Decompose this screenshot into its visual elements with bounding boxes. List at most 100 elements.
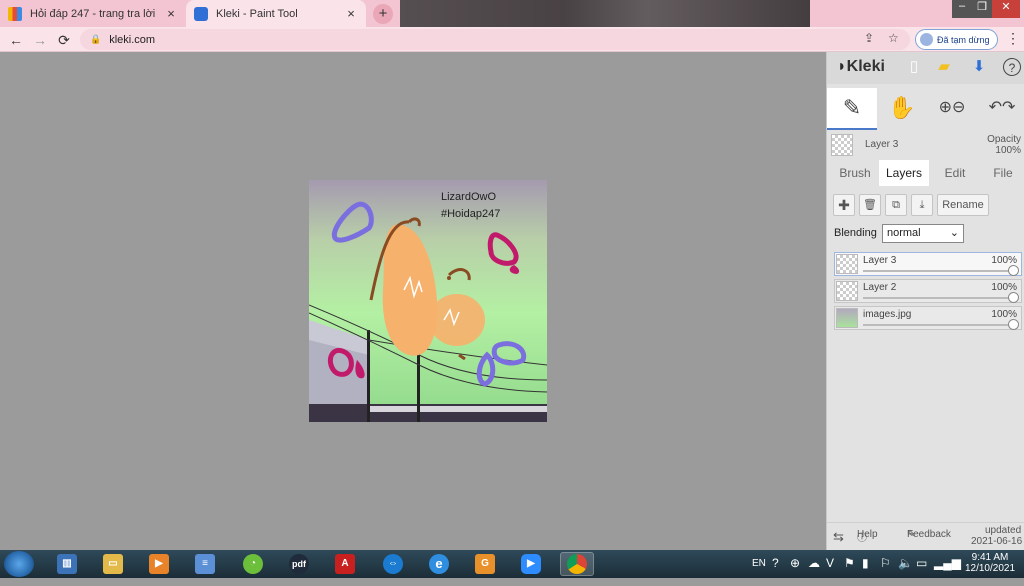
blending-select[interactable]: normal ⌄: [882, 224, 964, 243]
opacity-slider-track[interactable]: [863, 270, 1015, 272]
kleki-logo-icon: ◗: [837, 58, 847, 75]
duplicate-layer-icon[interactable]: ⧉: [885, 194, 907, 216]
taskbar-app[interactable]: ▶: [514, 552, 548, 576]
watermark-line1: LizardOwO: [441, 191, 496, 203]
minimize-icon[interactable]: –: [952, 0, 972, 18]
opacity-slider-handle[interactable]: [1008, 319, 1019, 330]
share-icon[interactable]: ⇪: [864, 31, 874, 45]
clock-date: 12/10/2021: [964, 563, 1016, 574]
help-tray-icon[interactable]: ?: [772, 556, 779, 584]
display-tray-icon[interactable]: ▭: [916, 556, 927, 584]
taskbar-app[interactable]: ≡: [188, 552, 222, 576]
utility-pole: [367, 330, 370, 422]
opacity-slider-handle[interactable]: [1008, 265, 1019, 276]
layer-row-layer3[interactable]: Layer 3 100%: [834, 252, 1022, 276]
drawing-workspace[interactable]: LizardOwO #Hoidap247: [0, 52, 826, 550]
open-folder-icon[interactable]: ▰: [935, 58, 953, 76]
language-indicator[interactable]: EN: [752, 558, 766, 586]
zoom-tool-icon[interactable]: ⊕⊖: [927, 88, 977, 130]
swap-icon[interactable]: ⇆: [833, 529, 844, 545]
browser-tab-hoidap[interactable]: Hỏi đáp 247 - trang tra lời ×: [0, 0, 186, 27]
forward-icon[interactable]: →: [30, 30, 50, 50]
opacity-slider-track[interactable]: [863, 297, 1015, 299]
brush-tool-icon[interactable]: ✎: [827, 88, 877, 130]
avatar-icon: [920, 33, 933, 46]
start-button-icon[interactable]: [4, 551, 34, 577]
blending-control: Blending normal ⌄: [833, 224, 1023, 244]
help-icon[interactable]: ?: [1003, 58, 1021, 76]
taskbar-app[interactable]: ▭: [96, 552, 130, 576]
taskbar-app[interactable]: ⇔: [376, 552, 410, 576]
kleki-logo[interactable]: ◗Kleki: [837, 58, 885, 76]
library-icon: ▥: [57, 554, 77, 574]
taskbar-app-chrome[interactable]: [560, 552, 594, 576]
back-icon[interactable]: ←: [6, 30, 26, 50]
updated-label: updated: [985, 525, 1022, 536]
layer-row-images[interactable]: images.jpg 100%: [834, 306, 1022, 330]
acrobat-icon: A: [335, 554, 355, 574]
delete-layer-icon[interactable]: 🗑: [859, 194, 881, 216]
tab-edit[interactable]: Edit: [931, 160, 979, 186]
network-tray-icon[interactable]: ⊕: [790, 556, 800, 584]
watermark-line2: #Hoidap247: [441, 208, 500, 220]
new-image-icon[interactable]: ▯: [905, 58, 923, 76]
opacity-slider-track[interactable]: [863, 324, 1015, 326]
layer-thumbnail: [831, 134, 853, 156]
drawing-canvas[interactable]: LizardOwO #Hoidap247: [309, 180, 547, 422]
battery-tray-icon[interactable]: ▮: [862, 556, 869, 584]
profile-button[interactable]: Đã tạm dừng: [915, 29, 998, 50]
download-icon[interactable]: ⬇: [970, 58, 988, 76]
taskbar-app[interactable]: G: [468, 552, 502, 576]
new-tab-button[interactable]: +: [373, 4, 393, 24]
layer-row-layer2[interactable]: Layer 2 100%: [834, 279, 1022, 303]
profile-status: Đã tạm dừng: [937, 34, 990, 45]
taskbar-app[interactable]: e: [422, 552, 456, 576]
blending-label: Blending: [834, 227, 877, 239]
close-tab-icon[interactable]: ×: [344, 6, 358, 21]
tab-brush[interactable]: Brush: [831, 160, 879, 186]
rename-layer-button[interactable]: Rename: [937, 194, 989, 216]
taskbar-app[interactable]: ◔: [236, 552, 270, 576]
internet-explorer-icon: e: [429, 554, 449, 574]
taskbar-app[interactable]: A: [328, 552, 362, 576]
clock-time: 9:41 AM: [971, 552, 1009, 563]
volume-tray-icon[interactable]: 🔈: [898, 556, 913, 584]
url-text: kleki.com: [109, 33, 156, 46]
browser-menu-icon[interactable]: ⋮: [1006, 30, 1020, 47]
bookmark-star-icon[interactable]: ☆: [888, 31, 899, 45]
hoidap-favicon-icon: [8, 6, 22, 21]
window-close-icon[interactable]: ✕: [992, 0, 1020, 18]
system-clock[interactable]: 9:41 AM 12/10/2021: [962, 552, 1018, 574]
layer-name: images.jpg: [863, 309, 912, 320]
url-field[interactable]: 🔒 kleki.com ⇪ ☆: [80, 29, 910, 50]
merge-down-icon[interactable]: ⤓: [911, 194, 933, 216]
layer-name: Layer 3: [863, 255, 897, 266]
hand-tool-icon[interactable]: ✋: [877, 88, 927, 130]
updated-date: 2021-06-16: [971, 536, 1023, 547]
add-layer-icon[interactable]: ✚: [833, 194, 855, 216]
taskbar-app[interactable]: ▶: [142, 552, 176, 576]
tab-layers[interactable]: Layers: [879, 160, 929, 186]
security-tray-icon[interactable]: ⚑: [844, 556, 855, 584]
close-tab-icon[interactable]: ×: [164, 6, 178, 21]
flag-tray-icon[interactable]: ⚐: [880, 556, 891, 584]
zalo-tray-icon[interactable]: ☁: [808, 556, 820, 584]
address-toolbar: ← → ⟳ 🔒 kleki.com ⇪ ☆ Đã tạm dừng ⋮: [0, 27, 1024, 52]
taskbar-app[interactable]: ▥: [50, 552, 84, 576]
opacity-label: Opacity: [987, 134, 1021, 145]
undo-redo-icon[interactable]: ↶↷: [977, 88, 1024, 130]
restore-icon[interactable]: ❐: [972, 0, 992, 18]
antivirus-tray-icon[interactable]: V: [826, 556, 834, 584]
reload-icon[interactable]: ⟳: [54, 30, 74, 50]
opacity-slider-handle[interactable]: [1008, 292, 1019, 303]
wifi-tray-icon[interactable]: ▂▄▆: [934, 556, 961, 584]
foxit-icon: G: [475, 554, 495, 574]
browser-tab-kleki[interactable]: Kleki - Paint Tool ×: [186, 0, 366, 27]
pdf-app-icon: pdf: [289, 554, 309, 574]
taskbar-app[interactable]: pdf: [282, 552, 316, 576]
utility-pole: [417, 350, 420, 422]
active-layer-info: Layer 3 Opacity 100%: [827, 132, 1024, 158]
tool-row: ✎ ✋ ⊕⊖ ↶↷: [827, 88, 1024, 130]
tab-file[interactable]: File: [981, 160, 1024, 186]
kleki-header: ◗Kleki ▯ ▰ ⬇ ?: [827, 52, 1024, 84]
